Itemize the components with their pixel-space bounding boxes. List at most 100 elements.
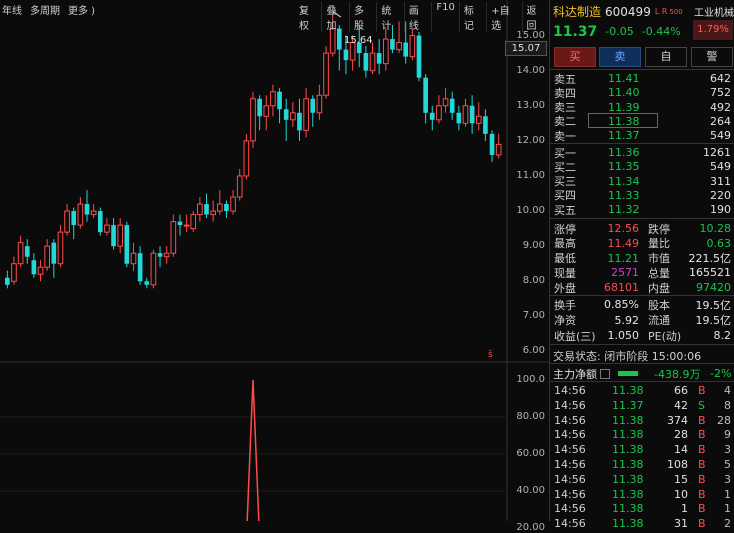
sell-order-row[interactable]: 卖五 11.41 642 <box>550 71 734 86</box>
stat-value: 10.28 <box>699 222 732 235</box>
period-year[interactable]: 年线 <box>2 2 22 17</box>
tick-time: 14:56 <box>554 502 586 516</box>
candle-body <box>297 112 302 131</box>
order-volume: 549 <box>710 129 731 143</box>
tick-price: 11.37 <box>612 398 644 412</box>
price-axis-label: 8.00 <box>522 275 545 287</box>
candle-body <box>17 242 24 265</box>
candle-body <box>250 98 256 142</box>
main-flow-value: -438.9万 <box>654 367 701 381</box>
order-price: 11.35 <box>608 160 640 174</box>
stat-value: 165521 <box>689 266 731 280</box>
period-more[interactable]: 更多 ) <box>68 2 95 17</box>
toolbar-add-watch[interactable]: +自选 <box>486 2 521 32</box>
candle-body <box>190 214 197 230</box>
volume-axis-label: 40.00 <box>516 485 545 496</box>
period-multi[interactable]: 多周期 <box>30 2 60 17</box>
candle-body <box>489 133 495 155</box>
kline-chart-area[interactable]: 年线 多周期 更多 ) 复权 叠加 多股 统计 画线 F10 标记 +自选 返回… <box>0 0 549 533</box>
tick-count: 1 <box>724 487 731 501</box>
tick-count: 3 <box>724 443 731 457</box>
stats-row: 收益(三) 1.050 PE(动) 8.2 <box>550 328 734 343</box>
candle-body <box>376 53 382 64</box>
stock-code: 600499 <box>605 4 651 19</box>
candle-body <box>323 52 329 96</box>
buy-button[interactable]: 买 <box>554 47 596 67</box>
tick-price: 11.38 <box>612 443 644 457</box>
stats-row: 涨停 12.56 跌停 10.28 <box>550 221 734 236</box>
tick-count: 8 <box>724 398 731 412</box>
toolbar-stats[interactable]: 统计 <box>376 2 403 32</box>
tick-count: 2 <box>724 517 731 531</box>
tick-price: 11.38 <box>612 472 644 486</box>
candle-body <box>130 252 137 265</box>
last-price: 11.37 <box>553 23 598 40</box>
candle-body <box>77 203 84 226</box>
main-flow-bar <box>618 371 638 376</box>
tick-price: 11.38 <box>612 517 644 531</box>
stat-label: 收益(三) <box>554 329 596 343</box>
tick-side: B <box>698 413 706 427</box>
chart-toolbar: 复权 叠加 多股 统计 画线 F10 标记 +自选 返回 <box>295 2 549 32</box>
buy-order-row[interactable]: 买二 11.35 549 <box>550 159 734 174</box>
candle-body <box>277 91 282 110</box>
candle-body <box>163 252 170 258</box>
tick-side: B <box>698 458 706 471</box>
candle-body <box>216 203 223 212</box>
candle-body <box>224 204 229 212</box>
candle-body <box>363 53 369 71</box>
candle-body <box>270 91 276 107</box>
main-flow-icon[interactable] <box>600 368 610 379</box>
stat-value: 11.21 <box>607 251 640 265</box>
buy-order-row[interactable]: 买四 11.33 220 <box>550 188 734 203</box>
stat-value: 0.63 <box>706 236 732 250</box>
candle-body <box>210 210 216 216</box>
trade-status: 交易状态: 闭市阶段 15:00:06 <box>550 348 734 363</box>
stat-label: 涨停 <box>554 222 576 236</box>
toolbar-back[interactable]: 返回 <box>521 2 549 32</box>
toolbar-mark[interactable]: 标记 <box>458 2 486 32</box>
toolbar-multi-stock[interactable]: 多股 <box>348 2 376 32</box>
kline-chart[interactable] <box>0 0 549 521</box>
toolbar-draw[interactable]: 画线 <box>403 2 431 32</box>
tick-price: 11.38 <box>612 502 644 516</box>
small-marker: š <box>488 350 493 360</box>
toolbar-overlay[interactable]: 叠加 <box>321 2 348 32</box>
alert-button[interactable]: 警 <box>691 47 733 67</box>
industry-name[interactable]: 工业机械 <box>694 4 734 19</box>
candle-body <box>183 224 190 227</box>
buy-order-row[interactable]: 买一 11.36 1261 <box>550 145 734 160</box>
candle-body <box>449 98 455 113</box>
self-select-button[interactable]: 自 <box>645 47 687 67</box>
sell-order-row[interactable]: 卖四 11.40 752 <box>550 85 734 100</box>
order-label: 卖一 <box>554 129 576 143</box>
industry-change: 1.79% <box>693 20 733 40</box>
tick-side: S <box>698 398 705 412</box>
tick-volume: 1 <box>681 502 688 516</box>
order-price: 11.40 <box>608 86 640 100</box>
sell-button[interactable]: 卖 <box>599 47 641 67</box>
sell-order-row[interactable]: 卖一 11.37 549 <box>550 128 734 143</box>
candle-body <box>423 77 428 113</box>
stat-value: 221.5亿 <box>688 252 732 266</box>
candle-body <box>329 28 336 54</box>
price-change-pct: -0.44% <box>641 25 681 38</box>
stat-value: 19.5亿 <box>695 314 732 327</box>
candle-body <box>283 109 289 120</box>
toolbar-adjust[interactable]: 复权 <box>295 2 321 32</box>
tick-side: B <box>698 428 706 442</box>
candle-body <box>263 105 270 117</box>
volume-axis-label: 60.00 <box>516 448 545 459</box>
candle-body <box>290 112 296 121</box>
order-volume: 190 <box>710 203 731 217</box>
buy-order-row[interactable]: 买五 11.32 190 <box>550 202 734 217</box>
candle-body <box>170 221 177 254</box>
toolbar-f10[interactable]: F10 <box>431 2 458 32</box>
candle-body <box>104 224 110 233</box>
buy-order-row[interactable]: 买三 11.34 311 <box>550 174 734 189</box>
stock-name[interactable]: 科达制造 <box>553 3 601 20</box>
tick-row: 14:56 11.38 108 B 5 <box>550 457 734 472</box>
tick-side: B <box>698 517 706 531</box>
order-volume: 642 <box>710 72 731 85</box>
tick-side: B <box>698 384 706 397</box>
